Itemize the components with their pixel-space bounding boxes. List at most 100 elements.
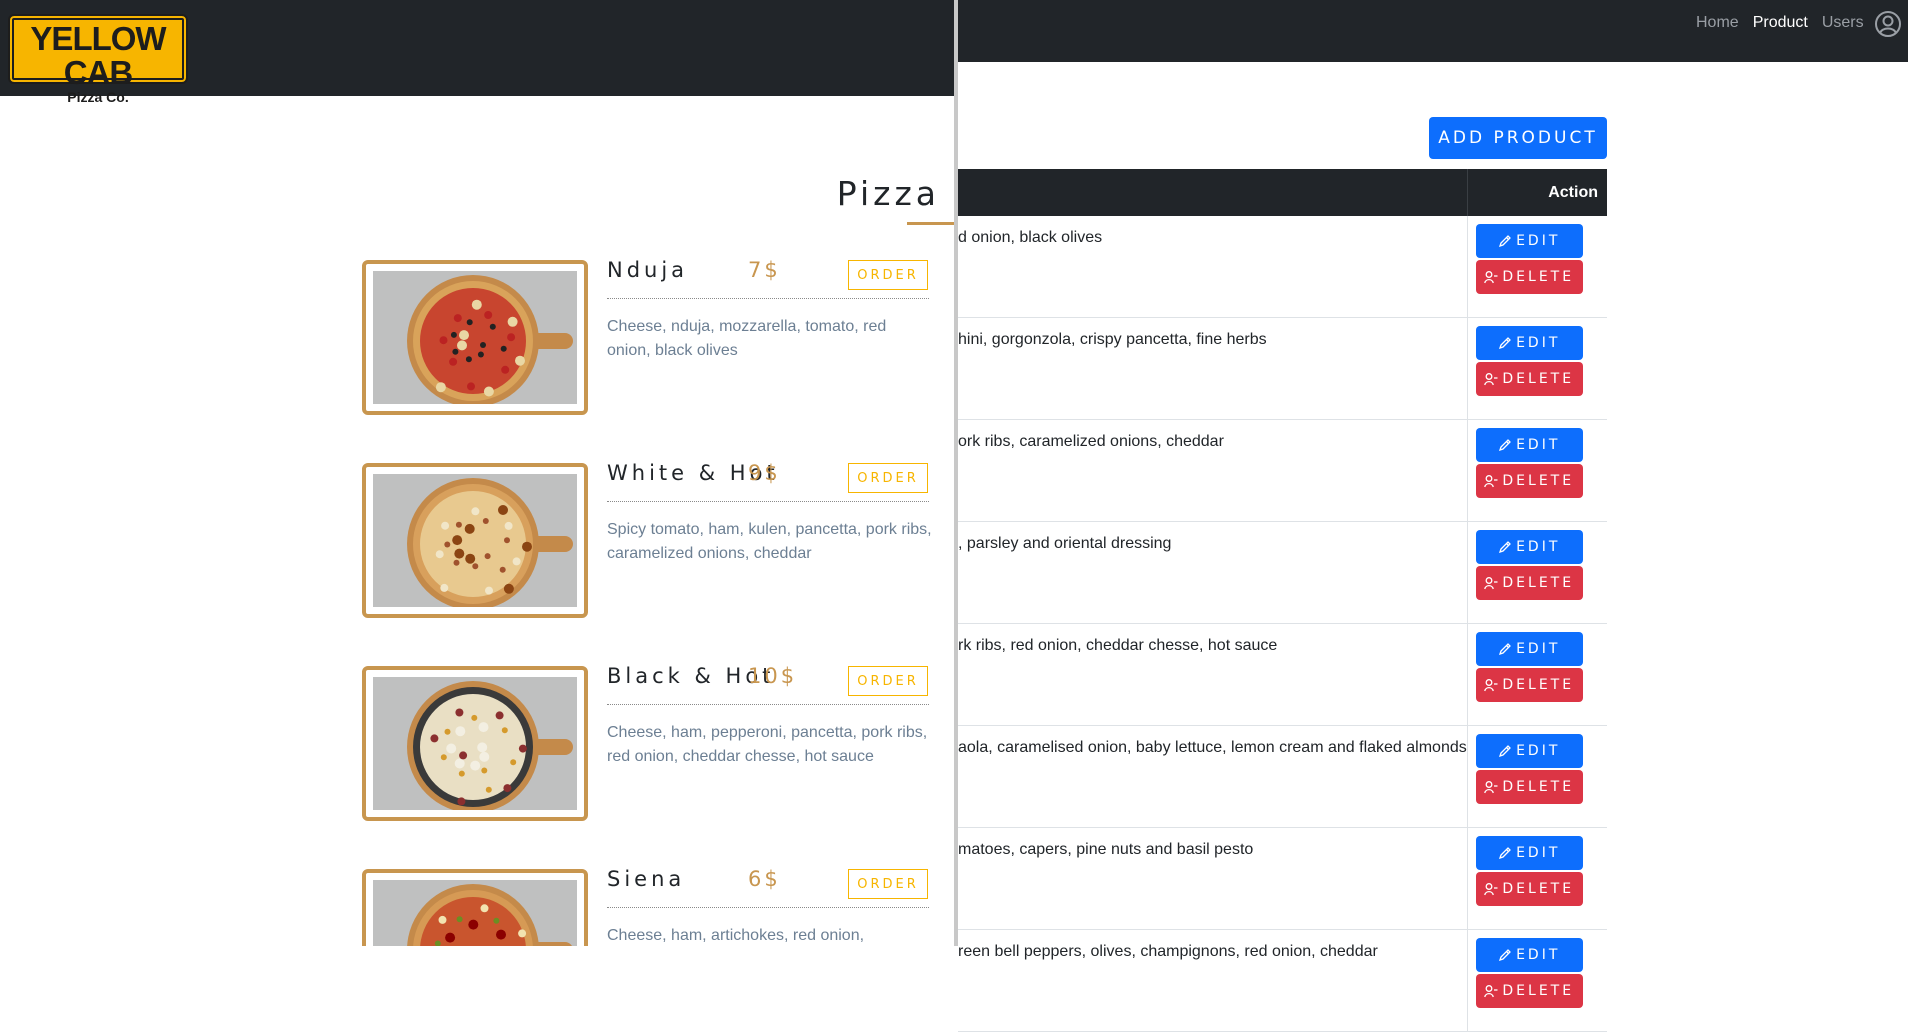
table-header-action: Action bbox=[1466, 169, 1607, 216]
item-name: Siena bbox=[607, 867, 686, 891]
delete-button-label: DELETE bbox=[1502, 473, 1575, 489]
person-remove-icon bbox=[1484, 679, 1498, 692]
delete-button[interactable]: DELETE bbox=[1475, 362, 1583, 396]
pencil-icon bbox=[1499, 439, 1511, 452]
row-actions: EDIT DELETE bbox=[1466, 827, 1607, 930]
item-description: Cheese, ham, artichokes, red onion, toma… bbox=[607, 927, 865, 944]
table-row: d onion, black olives EDIT DELETE bbox=[958, 216, 1607, 318]
row-actions: EDIT DELETE bbox=[1466, 623, 1607, 726]
delete-button[interactable]: DELETE bbox=[1475, 770, 1583, 804]
edit-button[interactable]: EDIT bbox=[1475, 734, 1583, 768]
row-actions: EDIT DELETE bbox=[1466, 317, 1607, 420]
order-button[interactable]: ORDER bbox=[848, 869, 928, 899]
product-description: aola, caramelised onion, baby lettuce, l… bbox=[958, 725, 1468, 828]
edit-button-label: EDIT bbox=[1516, 947, 1561, 963]
menu-item: Siena 6$ ORDER Cheese, ham, artichokes, red… bbox=[362, 867, 932, 946]
order-button[interactable]: ORDER bbox=[848, 260, 928, 290]
delete-button-label: DELETE bbox=[1502, 779, 1575, 795]
delete-button[interactable]: DELETE bbox=[1475, 872, 1583, 906]
row-actions: EDIT DELETE bbox=[1466, 521, 1607, 624]
item-divider bbox=[607, 501, 929, 502]
edit-button[interactable]: EDIT bbox=[1475, 428, 1583, 462]
nav-link-users[interactable]: Users bbox=[1822, 14, 1864, 32]
row-actions: EDIT DELETE bbox=[1466, 725, 1607, 828]
table-header-description bbox=[958, 169, 1468, 216]
order-button[interactable]: ORDER bbox=[848, 463, 928, 493]
delete-button[interactable]: DELETE bbox=[1475, 974, 1583, 1008]
table-row: rk ribs, red onion, cheddar chesse, hot … bbox=[958, 623, 1607, 726]
table-row: reen bell peppers, olives, champignons, … bbox=[958, 929, 1607, 1032]
add-product-button[interactable]: ADD PRODUCT bbox=[1429, 117, 1607, 159]
pencil-icon bbox=[1499, 235, 1511, 248]
delete-button[interactable]: DELETE bbox=[1475, 464, 1583, 498]
pencil-icon bbox=[1499, 643, 1511, 656]
order-button[interactable]: ORDER bbox=[848, 666, 928, 696]
table-row: aola, caramelised onion, baby lettuce, l… bbox=[958, 725, 1607, 828]
row-actions: EDIT DELETE bbox=[1466, 216, 1607, 318]
table-row: matoes, capers, pine nuts and basil pest… bbox=[958, 827, 1607, 930]
product-table: Action d onion, black olives EDIT DELETE bbox=[958, 169, 1607, 1032]
product-description: rk ribs, red onion, cheddar chesse, hot … bbox=[958, 623, 1468, 726]
edit-button-label: EDIT bbox=[1516, 233, 1561, 249]
title-underline bbox=[907, 222, 954, 225]
product-description: matoes, capers, pine nuts and basil pest… bbox=[958, 827, 1468, 930]
delete-button-label: DELETE bbox=[1502, 677, 1575, 693]
product-description: reen bell peppers, olives, champignons, … bbox=[958, 929, 1468, 1032]
edit-button[interactable]: EDIT bbox=[1475, 632, 1583, 666]
person-remove-icon bbox=[1484, 373, 1498, 386]
yellow-cab-logo[interactable]: YELLOW CAB Pizza Co. bbox=[8, 14, 188, 104]
person-remove-icon bbox=[1484, 781, 1498, 794]
pencil-icon bbox=[1499, 847, 1511, 860]
delete-button[interactable]: DELETE bbox=[1475, 260, 1583, 294]
pane-divider[interactable] bbox=[954, 0, 958, 946]
menu-item: Black & Hot 10$ ORDER Cheese, ham, pepperon… bbox=[362, 664, 932, 826]
section-title: Pizza bbox=[836, 174, 940, 213]
edit-button-label: EDIT bbox=[1516, 845, 1561, 861]
item-description: Cheese, ham, pepperoni, pancetta, pork r… bbox=[607, 724, 928, 765]
pizza-image bbox=[362, 463, 588, 618]
delete-button-label: DELETE bbox=[1502, 371, 1575, 387]
row-actions: EDIT DELETE bbox=[1466, 419, 1607, 522]
menu-preview-pane: YELLOW CAB Pizza Co. Pizza Nduja 7$ ORDER C… bbox=[0, 0, 954, 946]
delete-button[interactable]: DELETE bbox=[1475, 668, 1583, 702]
product-description: ork ribs, caramelized onions, cheddar bbox=[958, 419, 1468, 522]
edit-button-label: EDIT bbox=[1516, 641, 1561, 657]
item-divider bbox=[607, 907, 929, 908]
edit-button[interactable]: EDIT bbox=[1475, 530, 1583, 564]
person-remove-icon bbox=[1484, 271, 1498, 284]
logo-main-text: YELLOW CAB bbox=[30, 20, 166, 91]
person-remove-icon bbox=[1484, 577, 1498, 590]
product-table-body: d onion, black olives EDIT DELETE hini, … bbox=[958, 216, 1607, 1032]
delete-button-label: DELETE bbox=[1502, 269, 1575, 285]
edit-button[interactable]: EDIT bbox=[1475, 938, 1583, 972]
item-price: 6$ bbox=[748, 867, 781, 891]
table-row: ork ribs, caramelized onions, cheddar ED… bbox=[958, 419, 1607, 522]
pizza-image bbox=[362, 260, 588, 415]
delete-button-label: DELETE bbox=[1502, 881, 1575, 897]
pencil-icon bbox=[1499, 745, 1511, 758]
pizza-image bbox=[362, 869, 588, 946]
product-description: d onion, black olives bbox=[958, 216, 1468, 318]
item-name: Nduja bbox=[607, 258, 689, 282]
nav-link-home[interactable]: Home bbox=[1696, 14, 1739, 32]
table-header-row: Action bbox=[958, 169, 1607, 216]
menu-item: White & Hot 9$ ORDER Spicy tomato, ham, kul… bbox=[362, 461, 932, 623]
edit-button-label: EDIT bbox=[1516, 539, 1561, 555]
delete-button[interactable]: DELETE bbox=[1475, 566, 1583, 600]
item-divider bbox=[607, 704, 929, 705]
nav-link-product[interactable]: Product bbox=[1753, 14, 1808, 32]
item-description: Cheese, nduja, mozzarella, tomato, red o… bbox=[607, 318, 887, 359]
user-circle-icon[interactable] bbox=[1874, 10, 1902, 38]
product-description: , parsley and oriental dressing bbox=[958, 521, 1468, 624]
edit-button[interactable]: EDIT bbox=[1475, 224, 1583, 258]
edit-button[interactable]: EDIT bbox=[1475, 836, 1583, 870]
person-remove-icon bbox=[1484, 475, 1498, 488]
item-price: 7$ bbox=[748, 258, 781, 282]
item-divider bbox=[607, 298, 929, 299]
edit-button-label: EDIT bbox=[1516, 437, 1561, 453]
item-price: 10$ bbox=[748, 664, 798, 688]
edit-button-label: EDIT bbox=[1516, 335, 1561, 351]
edit-button[interactable]: EDIT bbox=[1475, 326, 1583, 360]
person-remove-icon bbox=[1484, 883, 1498, 896]
pizza-image bbox=[362, 666, 588, 821]
